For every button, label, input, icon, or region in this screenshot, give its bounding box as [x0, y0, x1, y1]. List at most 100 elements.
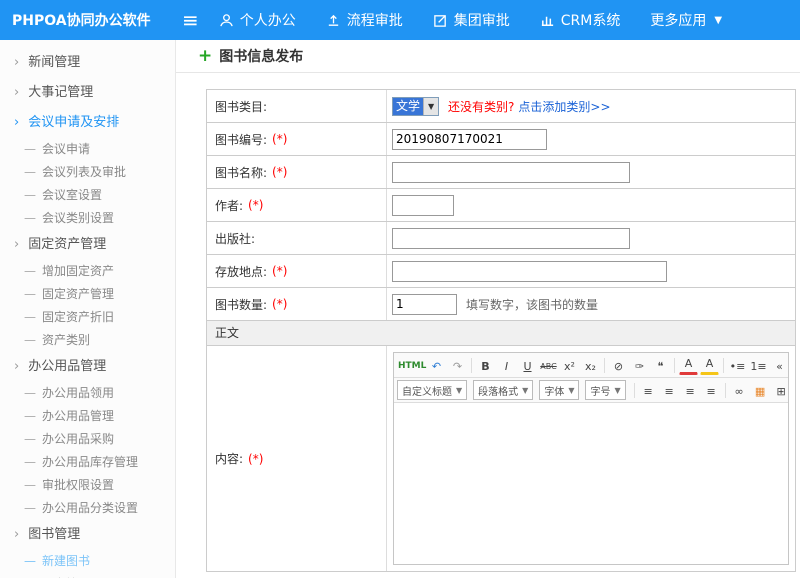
ordered-list-button[interactable]: 1≡ — [749, 356, 768, 375]
nav-label: 流程审批 — [347, 10, 403, 30]
required-marker: (*) — [272, 264, 287, 278]
sidebar-subitem-asset-category[interactable]: —资产类别 — [0, 329, 175, 352]
outdent-button[interactable]: « — [770, 356, 788, 375]
sidebar-subitem-label: 办公用品库存管理 — [42, 455, 138, 469]
flow-icon — [326, 13, 341, 28]
font-family-select[interactable]: 字体 ▼ — [539, 380, 579, 400]
add-category-link[interactable]: 点击添加类别>> — [518, 98, 610, 115]
editor-content-area[interactable] — [394, 403, 788, 564]
align-right-icon[interactable]: ≡ — [681, 381, 700, 400]
required-marker: (*) — [272, 132, 287, 146]
book-no-input[interactable] — [392, 129, 547, 150]
quantity-input[interactable] — [392, 294, 457, 315]
undo-icon[interactable]: ↶ — [427, 356, 446, 375]
sidebar-subitem-supplies-stock[interactable]: —办公用品库存管理 — [0, 451, 175, 474]
nav-personal-office[interactable]: 个人办公 — [219, 10, 296, 30]
font-size-select[interactable]: 字号 ▼ — [585, 380, 625, 400]
dash-icon: — — [24, 432, 36, 446]
html-source-button[interactable]: HTML — [397, 356, 425, 375]
sidebar-subitem-asset-manage[interactable]: —固定资产管理 — [0, 283, 175, 306]
redo-icon[interactable]: ↷ — [448, 356, 467, 375]
highlight-color-button[interactable]: A — [700, 356, 719, 375]
sidebar-subitem-meeting-list[interactable]: —会议列表及审批 — [0, 161, 175, 184]
underline-button[interactable]: U — [518, 356, 537, 375]
remove-format-button[interactable]: ⊘ — [609, 356, 628, 375]
sidebar-subitem-add-asset[interactable]: —增加固定资产 — [0, 260, 175, 283]
strikethrough-button[interactable]: ABC — [539, 356, 558, 375]
align-center-icon[interactable]: ≡ — [660, 381, 679, 400]
dash-icon: — — [24, 211, 36, 225]
category-select[interactable]: 文学 ▼ — [392, 97, 439, 116]
dash-icon: — — [24, 333, 36, 347]
book-name-input[interactable] — [392, 162, 630, 183]
custom-title-select[interactable]: 自定义标题 ▼ — [397, 380, 467, 400]
bullet-list-button[interactable]: •≡ — [728, 356, 747, 375]
sidebar-item-meeting[interactable]: ›会议申请及安排 — [0, 108, 175, 138]
font-color-button[interactable]: A — [679, 356, 698, 375]
chevron-down-icon: ▼ — [456, 386, 462, 395]
sidebar-item-memorabilia[interactable]: ›大事记管理 — [0, 78, 175, 108]
form-row-book-no: 图书编号:(*) — [207, 123, 795, 156]
category-selected-value: 文学 — [393, 98, 423, 115]
sidebar-item-fixed-assets[interactable]: ›固定资产管理 — [0, 230, 175, 260]
quantity-label: 图书数量:(*) — [207, 288, 387, 320]
sidebar-subitem-label: 会议申请 — [42, 142, 90, 156]
quantity-hint: 填写数字，该图书的数量 — [466, 296, 598, 313]
sidebar-subitem-meeting-category[interactable]: —会议类别设置 — [0, 207, 175, 230]
sidebar-item-label: 新闻管理 — [28, 55, 80, 70]
sidebar-subitem-approval-permission[interactable]: —审批权限设置 — [0, 474, 175, 497]
toolbar-separator — [471, 358, 472, 373]
nav-crm-system[interactable]: CRM系统 — [540, 10, 621, 30]
dash-icon: — — [24, 386, 36, 400]
chevron-down-icon: ▼ — [568, 386, 574, 395]
sidebar-item-news[interactable]: ›新闻管理 — [0, 48, 175, 78]
sidebar-subitem-new-book[interactable]: —新建图书 — [0, 550, 175, 573]
sidebar-subitem-meeting-apply[interactable]: —会议申请 — [0, 138, 175, 161]
sidebar-item-office-supplies[interactable]: ›办公用品管理 — [0, 352, 175, 382]
nav-label: CRM系统 — [561, 10, 621, 30]
nav-process-approval[interactable]: 流程审批 — [326, 10, 403, 30]
sidebar-subitem-meeting-room[interactable]: —会议室设置 — [0, 184, 175, 207]
book-name-label: 图书名称:(*) — [207, 156, 387, 188]
form-row-category: 图书类目: 文学 ▼ 还没有类别? 点击添加类别>> — [207, 90, 795, 123]
bar-chart-icon — [540, 13, 555, 28]
sidebar-subitem-asset-depreciation[interactable]: —固定资产折旧 — [0, 306, 175, 329]
nav-group-approval[interactable]: 集团审批 — [433, 10, 510, 30]
dash-icon: — — [24, 501, 36, 515]
sidebar-item-label: 图书管理 — [28, 527, 80, 542]
sidebar-subitem-supplies-claim[interactable]: —办公用品领用 — [0, 382, 175, 405]
format-brush-button[interactable]: ✑ — [630, 356, 649, 375]
sidebar-subitem-supplies-manage[interactable]: —办公用品管理 — [0, 405, 175, 428]
image-icon[interactable]: ▦ — [751, 381, 770, 400]
sidebar-subitem-supplies-category[interactable]: —办公用品分类设置 — [0, 497, 175, 520]
blockquote-button[interactable]: ❝ — [651, 356, 670, 375]
align-left-icon[interactable]: ≡ — [639, 381, 658, 400]
form-row-author: 作者:(*) — [207, 189, 795, 222]
nav-label: 更多应用 — [650, 10, 706, 30]
sidebar-subitem-supplies-purchase[interactable]: —办公用品采购 — [0, 428, 175, 451]
form-row-content: 内容:(*) HTML ↶ ↷ B I U ABC x² — [207, 346, 795, 572]
align-justify-icon[interactable]: ≡ — [702, 381, 721, 400]
publisher-input[interactable] — [392, 228, 630, 249]
topbar: PHPOA协同办公软件 ≡ 个人办公 流程审批 集团审批 CRM系统 更多应用 … — [0, 0, 800, 40]
superscript-button[interactable]: x² — [560, 356, 579, 375]
toolbar-separator — [674, 358, 675, 373]
nav-more-apps[interactable]: 更多应用 ▼ — [650, 10, 722, 30]
sidebar-subitem-label: 固定资产管理 — [42, 287, 114, 301]
location-input[interactable] — [392, 261, 667, 282]
sidebar-item-books[interactable]: ›图书管理 — [0, 520, 175, 550]
sidebar-item-label: 会议申请及安排 — [28, 115, 119, 130]
paragraph-format-select[interactable]: 段落格式 ▼ — [473, 380, 533, 400]
chevron-right-icon: › — [14, 85, 19, 100]
sidebar-subitem-label: 增加固定资产 — [42, 264, 114, 278]
subscript-button[interactable]: x₂ — [581, 356, 600, 375]
sidebar-subitem-label: 新建图书 — [42, 554, 90, 568]
sidebar-subitem-label: 办公用品管理 — [42, 409, 114, 423]
menu-icon[interactable]: ≡ — [182, 10, 199, 30]
table-icon[interactable]: ⊞ — [772, 381, 788, 400]
author-input[interactable] — [392, 195, 454, 216]
italic-button[interactable]: I — [497, 356, 516, 375]
sidebar-subitem-book-manage[interactable]: —图书管理 — [0, 573, 175, 578]
bold-button[interactable]: B — [476, 356, 495, 375]
link-icon[interactable]: ∞ — [730, 381, 749, 400]
